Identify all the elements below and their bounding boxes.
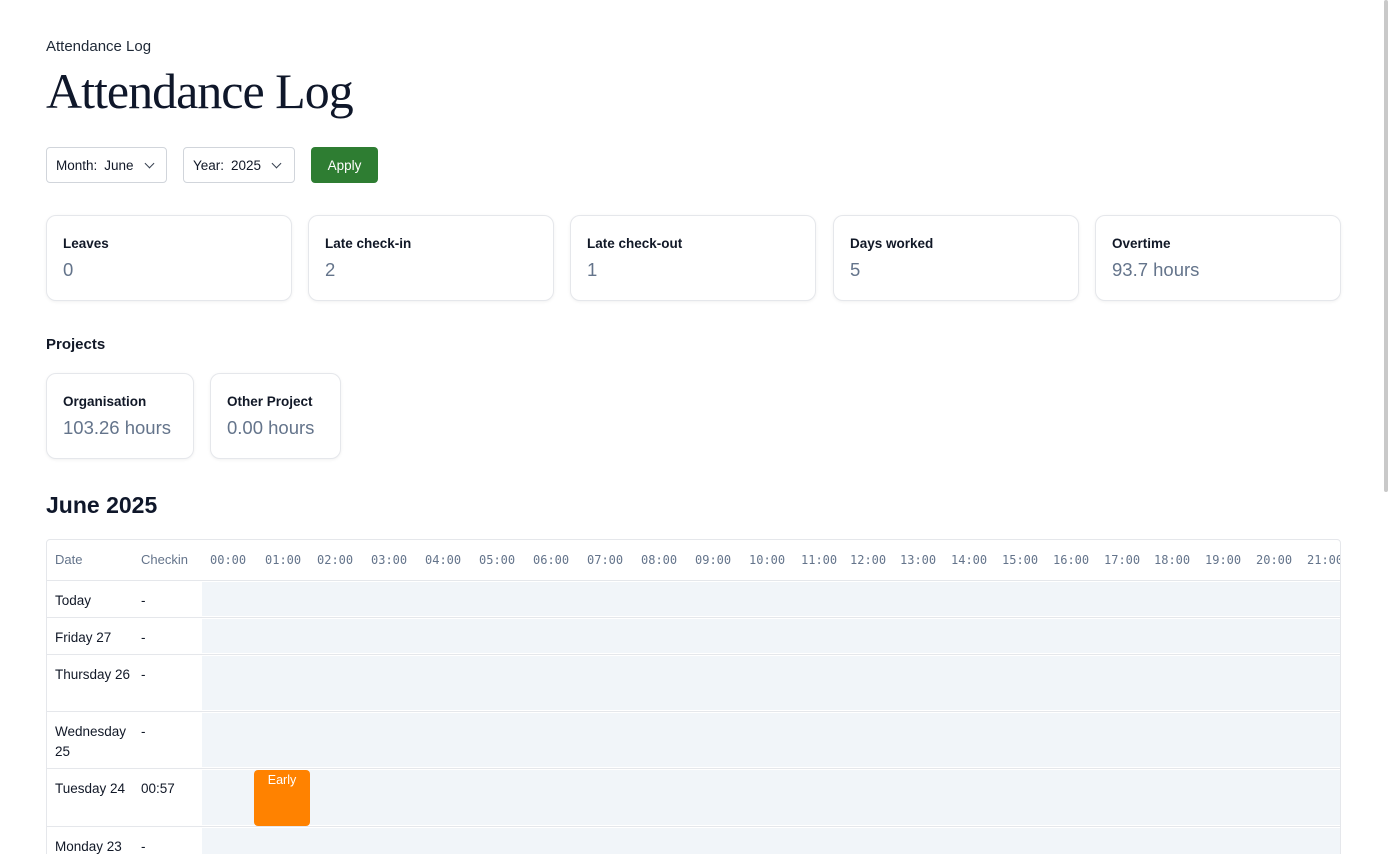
hour-label: 12:00: [850, 553, 887, 567]
stat-card-overtime: Overtime 93.7 hours: [1095, 215, 1341, 301]
page-scrollbar[interactable]: [1384, 0, 1388, 492]
stat-card-late-checkin: Late check-in 2: [308, 215, 554, 301]
page-title: Attendance Log: [46, 63, 354, 119]
project-name: Organisation: [63, 394, 147, 409]
col-checkin-header: Checkin: [141, 552, 188, 567]
timeline-row: Today -: [47, 581, 1340, 618]
hour-label: 06:00: [533, 553, 570, 567]
hour-label: 13:00: [900, 553, 937, 567]
projects-heading: Projects: [46, 336, 106, 353]
row-checkin: -: [141, 724, 146, 739]
row-checkin: -: [141, 667, 146, 682]
hour-label: 14:00: [951, 553, 988, 567]
stat-label: Late check-out: [587, 236, 683, 251]
row-track: [202, 713, 1340, 767]
timeline-row: Monday 23 -: [47, 827, 1340, 854]
year-select[interactable]: Year: 2025: [183, 147, 295, 183]
timeline-row: Thursday 26 -: [47, 655, 1340, 712]
calendar-heading: June 2025: [46, 492, 158, 518]
stat-card-days-worked: Days worked 5: [833, 215, 1079, 301]
row-date: Monday 23: [55, 839, 122, 854]
hour-label: 02:00: [317, 553, 354, 567]
hour-label: 10:00: [749, 553, 786, 567]
breadcrumb: Attendance Log: [46, 38, 152, 55]
stat-value: 5: [850, 259, 861, 280]
timeline-row: Tuesday 24 00:57 Early: [47, 769, 1340, 827]
stat-value: 2: [325, 259, 336, 280]
month-select[interactable]: Month: June: [46, 147, 167, 183]
month-select-label: Month:: [56, 157, 98, 173]
chevron-down-icon: [271, 158, 282, 168]
row-date: Thursday 26: [55, 667, 131, 682]
timeline-row: Wednesday 25 -: [47, 712, 1340, 769]
project-card-organisation: Organisation 103.26 hours: [46, 373, 194, 459]
row-checkin: -: [141, 630, 146, 645]
row-track: [202, 582, 1340, 616]
hour-label: 11:00: [801, 553, 838, 567]
row-date: Tuesday 24: [55, 781, 126, 796]
hour-label: 07:00: [587, 553, 624, 567]
stat-label: Leaves: [63, 236, 109, 251]
timeline-header: Date Checkin 00:00 01:00 02:00 03:00 04:…: [47, 540, 1340, 581]
row-track: [202, 828, 1340, 854]
stat-label: Overtime: [1112, 236, 1171, 251]
project-hours: 0.00 hours: [227, 417, 315, 438]
hour-label: 21:00: [1307, 553, 1341, 567]
project-hours: 103.26 hours: [63, 417, 172, 438]
stat-label: Late check-in: [325, 236, 412, 251]
row-date: Today: [55, 593, 92, 608]
hour-label: 04:00: [425, 553, 462, 567]
row-checkin: -: [141, 593, 146, 608]
apply-button[interactable]: Apply: [311, 147, 378, 183]
hour-label: 19:00: [1205, 553, 1242, 567]
month-select-value: June: [104, 157, 134, 173]
chevron-down-icon: [144, 158, 155, 168]
attendance-timeline: Date Checkin 00:00 01:00 02:00 03:00 04:…: [46, 539, 1341, 854]
row-track: [202, 619, 1340, 653]
row-checkin: 00:57: [141, 781, 175, 796]
hour-label: 01:00: [265, 553, 302, 567]
stat-label: Days worked: [850, 236, 934, 251]
stat-value: 93.7 hours: [1112, 259, 1200, 280]
hour-label: 00:00: [210, 553, 247, 567]
hour-label: 20:00: [1256, 553, 1293, 567]
row-checkin: -: [141, 839, 146, 854]
col-date-header: Date: [55, 552, 83, 567]
row-date: Friday 27: [55, 630, 112, 645]
early-event-block[interactable]: Early: [254, 770, 310, 826]
hour-label: 08:00: [641, 553, 678, 567]
hour-label: 15:00: [1002, 553, 1039, 567]
stat-card-late-checkout: Late check-out 1: [570, 215, 816, 301]
year-select-value: 2025: [231, 157, 262, 173]
row-track: Early: [202, 770, 1340, 826]
row-track: [202, 656, 1340, 710]
hour-label: 18:00: [1154, 553, 1191, 567]
year-select-label: Year:: [193, 157, 225, 173]
stat-value: 1: [587, 259, 598, 280]
row-date: Wednesday 25: [55, 724, 127, 759]
hour-label: 16:00: [1053, 553, 1090, 567]
hour-label: 17:00: [1104, 553, 1141, 567]
project-name: Other Project: [227, 394, 313, 409]
hour-label: 03:00: [371, 553, 408, 567]
hour-label: 09:00: [695, 553, 732, 567]
stat-value: 0: [63, 259, 74, 280]
timeline-row: Friday 27 -: [47, 618, 1340, 655]
stat-card-leaves: Leaves 0: [46, 215, 292, 301]
project-card-other: Other Project 0.00 hours: [210, 373, 341, 459]
hour-label: 05:00: [479, 553, 516, 567]
